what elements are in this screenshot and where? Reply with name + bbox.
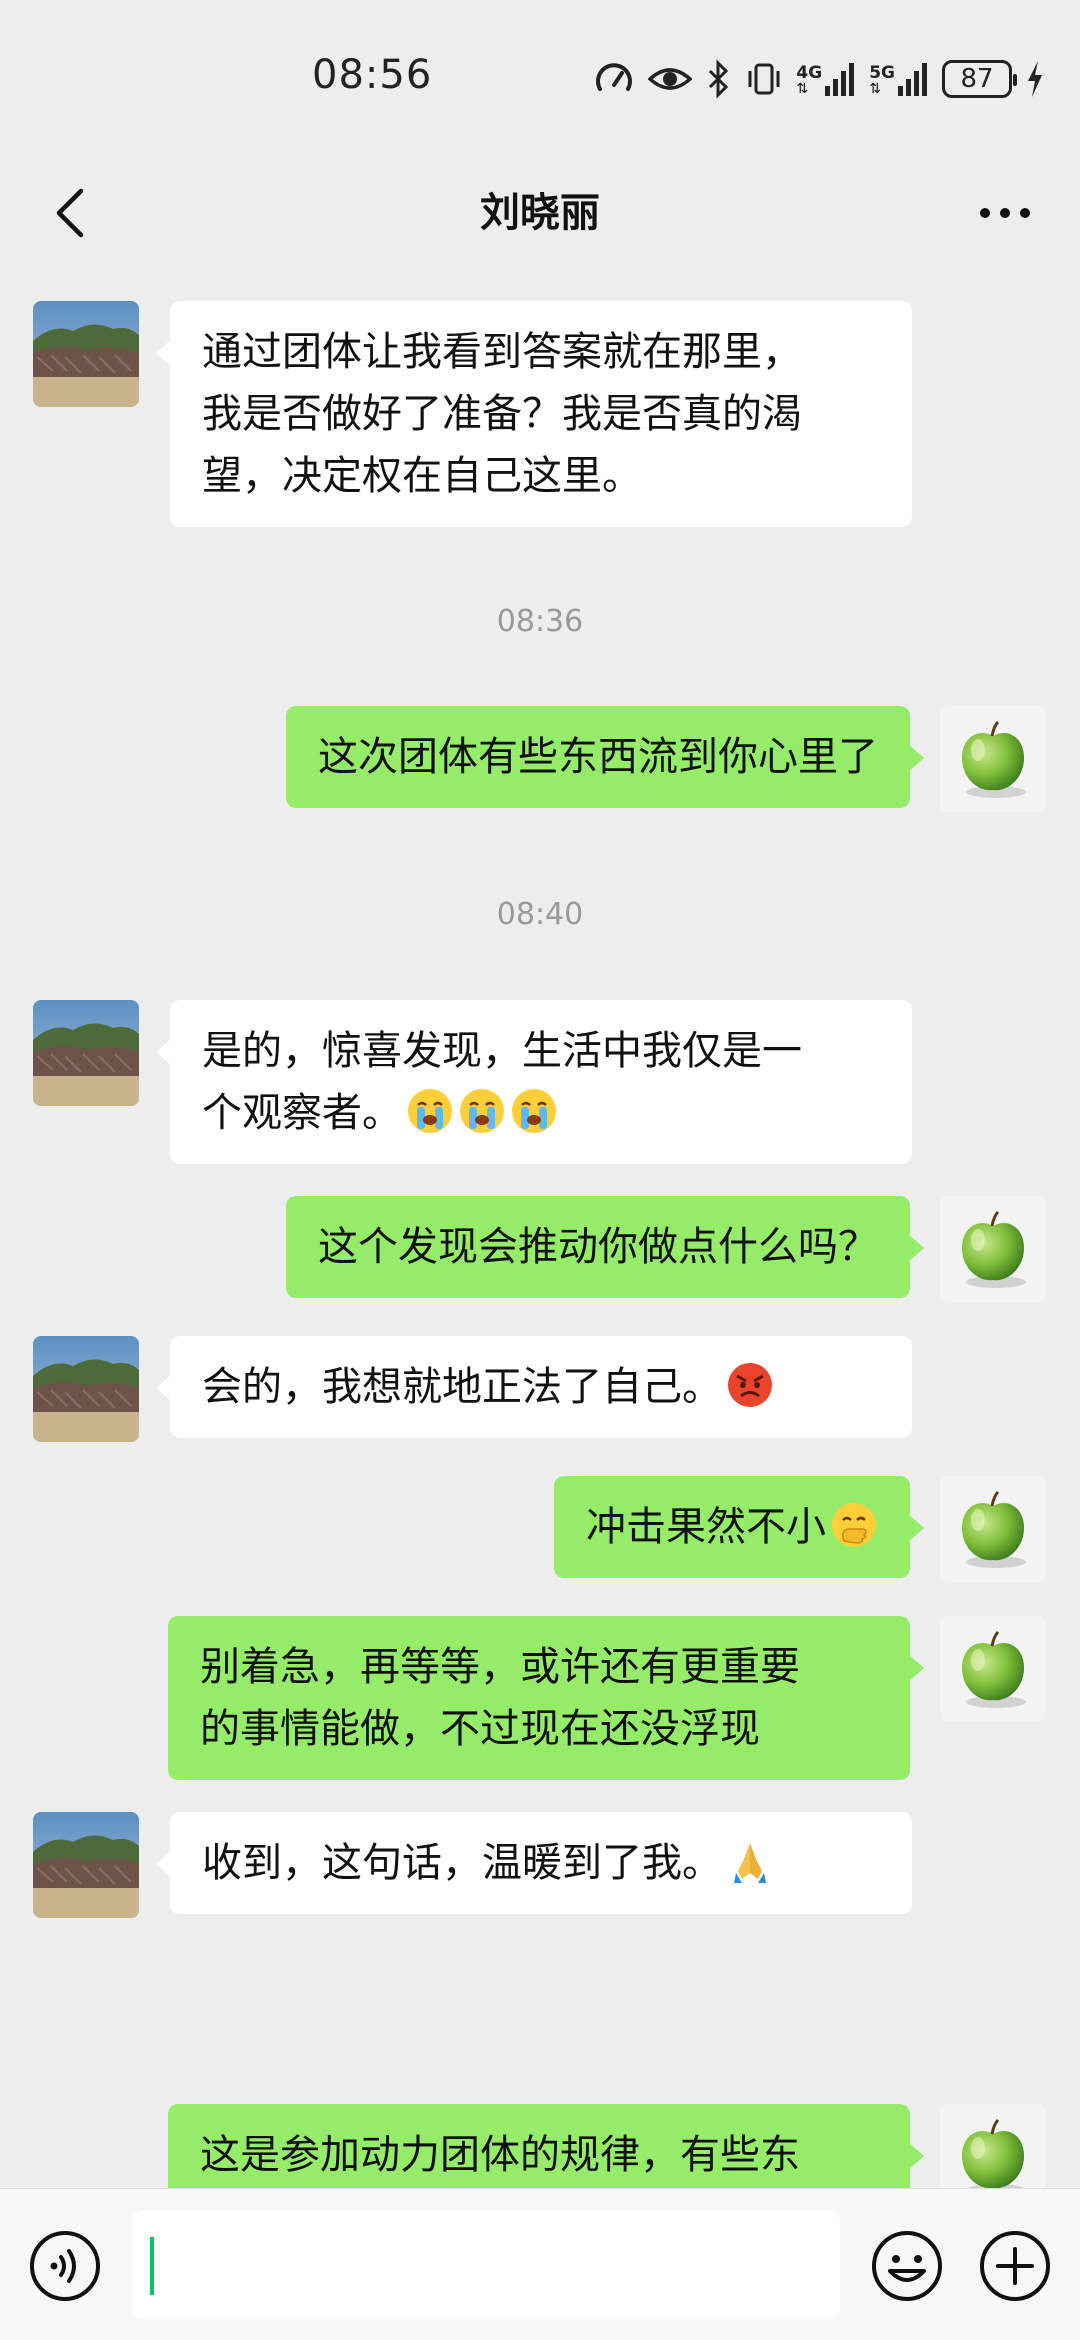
signal-5g: 5G ⇅ bbox=[869, 62, 928, 96]
message-text: 冲击果然不小 bbox=[586, 1504, 826, 1550]
message-bubble-received[interactable]: 通过团体让我看到答案就在那里， 我是否做好了准备？我是否真的渴 望，决定权在自己… bbox=[156, 301, 912, 527]
status-icons: 4G ⇅ 5G ⇅ 87 bbox=[594, 56, 1044, 102]
message-bubble-sent[interactable]: 冲击果然不小 bbox=[554, 1476, 924, 1578]
network-4g-label: 4G bbox=[796, 63, 823, 83]
apple-avatar-image bbox=[940, 706, 1046, 812]
message-text: 会的，我想就地正法了自己。 bbox=[202, 1364, 722, 1410]
message-bubble-received[interactable]: 是的，惊喜发现，生活中我仅是一 个观察者。 bbox=[156, 1000, 912, 1164]
self-avatar[interactable] bbox=[940, 2104, 1046, 2190]
eye-icon bbox=[648, 68, 693, 90]
self-avatar[interactable] bbox=[940, 706, 1046, 812]
self-avatar[interactable] bbox=[940, 1476, 1046, 1582]
crying-face-emoji bbox=[406, 1087, 454, 1135]
apple-avatar-image bbox=[940, 2104, 1046, 2190]
message-text: 望，决定权在自己这里。 bbox=[202, 453, 642, 499]
timestamp: 08:40 bbox=[496, 897, 584, 932]
hand-over-mouth-emoji bbox=[830, 1501, 878, 1549]
signal-bars-icon bbox=[825, 63, 855, 96]
message-text: 是的，惊喜发现，生活中我仅是一 bbox=[202, 1028, 802, 1074]
voice-button[interactable] bbox=[28, 2229, 102, 2303]
landscape-avatar-image bbox=[33, 1812, 139, 1918]
message-bubble-sent[interactable]: 这个发现会推动你做点什么吗？ bbox=[286, 1196, 924, 1298]
battery-level: 87 bbox=[960, 64, 994, 94]
vibrate-icon bbox=[748, 63, 780, 95]
charging-icon bbox=[1028, 61, 1042, 97]
signal-4g: 4G ⇅ bbox=[796, 62, 855, 96]
message-text: 我是否做好了准备？我是否真的渴 bbox=[202, 391, 802, 437]
more-button[interactable] bbox=[970, 178, 1040, 248]
apple-avatar-image bbox=[940, 1476, 1046, 1582]
apple-avatar-image bbox=[940, 1616, 1046, 1722]
message-bubble-received[interactable]: 收到，这句话，温暖到了我。 bbox=[156, 1812, 912, 1914]
text-cursor bbox=[150, 2237, 154, 2295]
message-list[interactable]: 通过团体让我看到答案就在那里， 我是否做好了准备？我是否真的渴 望，决定权在自己… bbox=[0, 270, 1080, 2190]
message-bubble-sent[interactable]: 这次团体有些东西流到你心里了 bbox=[286, 706, 924, 808]
self-avatar[interactable] bbox=[940, 1196, 1046, 1302]
crying-face-emoji bbox=[458, 1087, 506, 1135]
landscape-avatar-image bbox=[33, 1336, 139, 1442]
contact-avatar[interactable] bbox=[33, 1812, 139, 1918]
folded-hands-emoji bbox=[726, 1837, 774, 1885]
chat-header: 刘晓丽 bbox=[0, 160, 1080, 270]
message-bubble-sent[interactable]: 别着急，再等等，或许还有更重要 的事情能做，不过现在还没浮现 bbox=[168, 1616, 924, 1780]
emoji-button[interactable] bbox=[870, 2229, 944, 2303]
message-text: 这次团体有些东西流到你心里了 bbox=[318, 734, 878, 780]
crying-face-emoji bbox=[510, 1087, 558, 1135]
contact-avatar[interactable] bbox=[33, 1000, 139, 1106]
message-bubble-sent[interactable]: 这是参加动力团体的规律，有些东 bbox=[168, 2104, 924, 2190]
more-dots-icon bbox=[980, 208, 1030, 218]
message-text: 个观察者。 bbox=[202, 1090, 402, 1136]
smiley-icon bbox=[872, 2231, 942, 2301]
plus-icon bbox=[980, 2231, 1050, 2301]
contact-avatar[interactable] bbox=[33, 301, 139, 407]
self-avatar[interactable] bbox=[940, 1616, 1046, 1722]
message-text: 收到，这句话，温暖到了我。 bbox=[202, 1840, 722, 1886]
speedometer-icon bbox=[596, 63, 633, 91]
message-text: 这是参加动力团体的规律，有些东 bbox=[200, 2132, 800, 2178]
bluetooth-icon bbox=[709, 59, 729, 99]
message-text: 的事情能做，不过现在还没浮现 bbox=[200, 1706, 760, 1752]
timestamp: 08:36 bbox=[496, 604, 584, 639]
message-bubble-received[interactable]: 会的，我想就地正法了自己。 bbox=[156, 1336, 912, 1438]
landscape-avatar-image bbox=[33, 1000, 139, 1106]
voice-icon bbox=[30, 2231, 100, 2301]
apple-avatar-image bbox=[940, 1196, 1046, 1302]
more-actions-button[interactable] bbox=[978, 2229, 1052, 2303]
chat-title: 刘晓丽 bbox=[480, 190, 600, 236]
message-text: 这个发现会推动你做点什么吗？ bbox=[318, 1224, 878, 1270]
landscape-avatar-image bbox=[33, 301, 139, 407]
contact-avatar[interactable] bbox=[33, 1336, 139, 1442]
network-5g-label: 5G bbox=[869, 63, 895, 83]
status-time: 08:56 bbox=[312, 52, 433, 98]
message-input[interactable] bbox=[132, 2211, 840, 2319]
battery-indicator: 87 bbox=[942, 60, 1017, 98]
message-text: 通过团体让我看到答案就在那里， bbox=[202, 329, 802, 375]
signal-bars-icon bbox=[898, 63, 927, 96]
angry-face-emoji bbox=[726, 1361, 774, 1409]
input-bar bbox=[0, 2188, 1080, 2340]
message-text: 别着急，再等等，或许还有更重要 bbox=[200, 1644, 800, 1690]
status-bar: 08:56 4G ⇅ 5G ⇅ 87 bbox=[0, 0, 1080, 160]
